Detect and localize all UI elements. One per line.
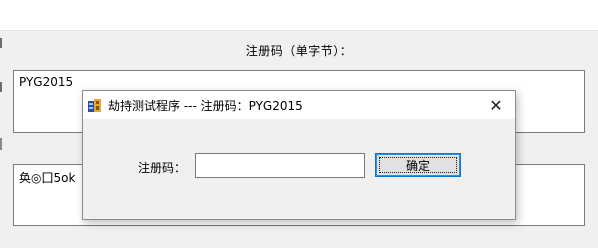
dialog-title: 劫持测试程序 --- 注册码：PYG2015 [108, 99, 303, 113]
parent-top-area [0, 0, 598, 31]
hijack-test-dialog: 劫持测试程序 --- 注册码：PYG2015 ✕ 注册码： 确定 [82, 90, 516, 220]
close-icon: ✕ [489, 95, 503, 115]
registration-code-text: PYG2015 [19, 75, 74, 89]
ok-button[interactable]: 确定 [375, 153, 461, 177]
close-button[interactable]: ✕ [479, 91, 513, 119]
registration-code-label: 注册码（单字节）： [245, 44, 353, 58]
registration-code-field-label: 注册码： [138, 161, 187, 175]
registration-code-input[interactable] [195, 153, 365, 178]
left-edge-marker [0, 138, 2, 150]
screen: 注册码（单字节）： PYG2015 奂◎囗5ok 劫持测试程序 --- 注册码：… [0, 0, 598, 248]
output-text: 奂◎囗5ok [19, 171, 76, 185]
app-icon [88, 99, 101, 112]
left-edge-marker [0, 82, 2, 92]
ok-button-label: 确定 [405, 158, 430, 173]
dialog-titlebar[interactable]: 劫持测试程序 --- 注册码：PYG2015 ✕ [83, 91, 515, 119]
dialog-client-area: 注册码： 确定 [83, 119, 515, 219]
